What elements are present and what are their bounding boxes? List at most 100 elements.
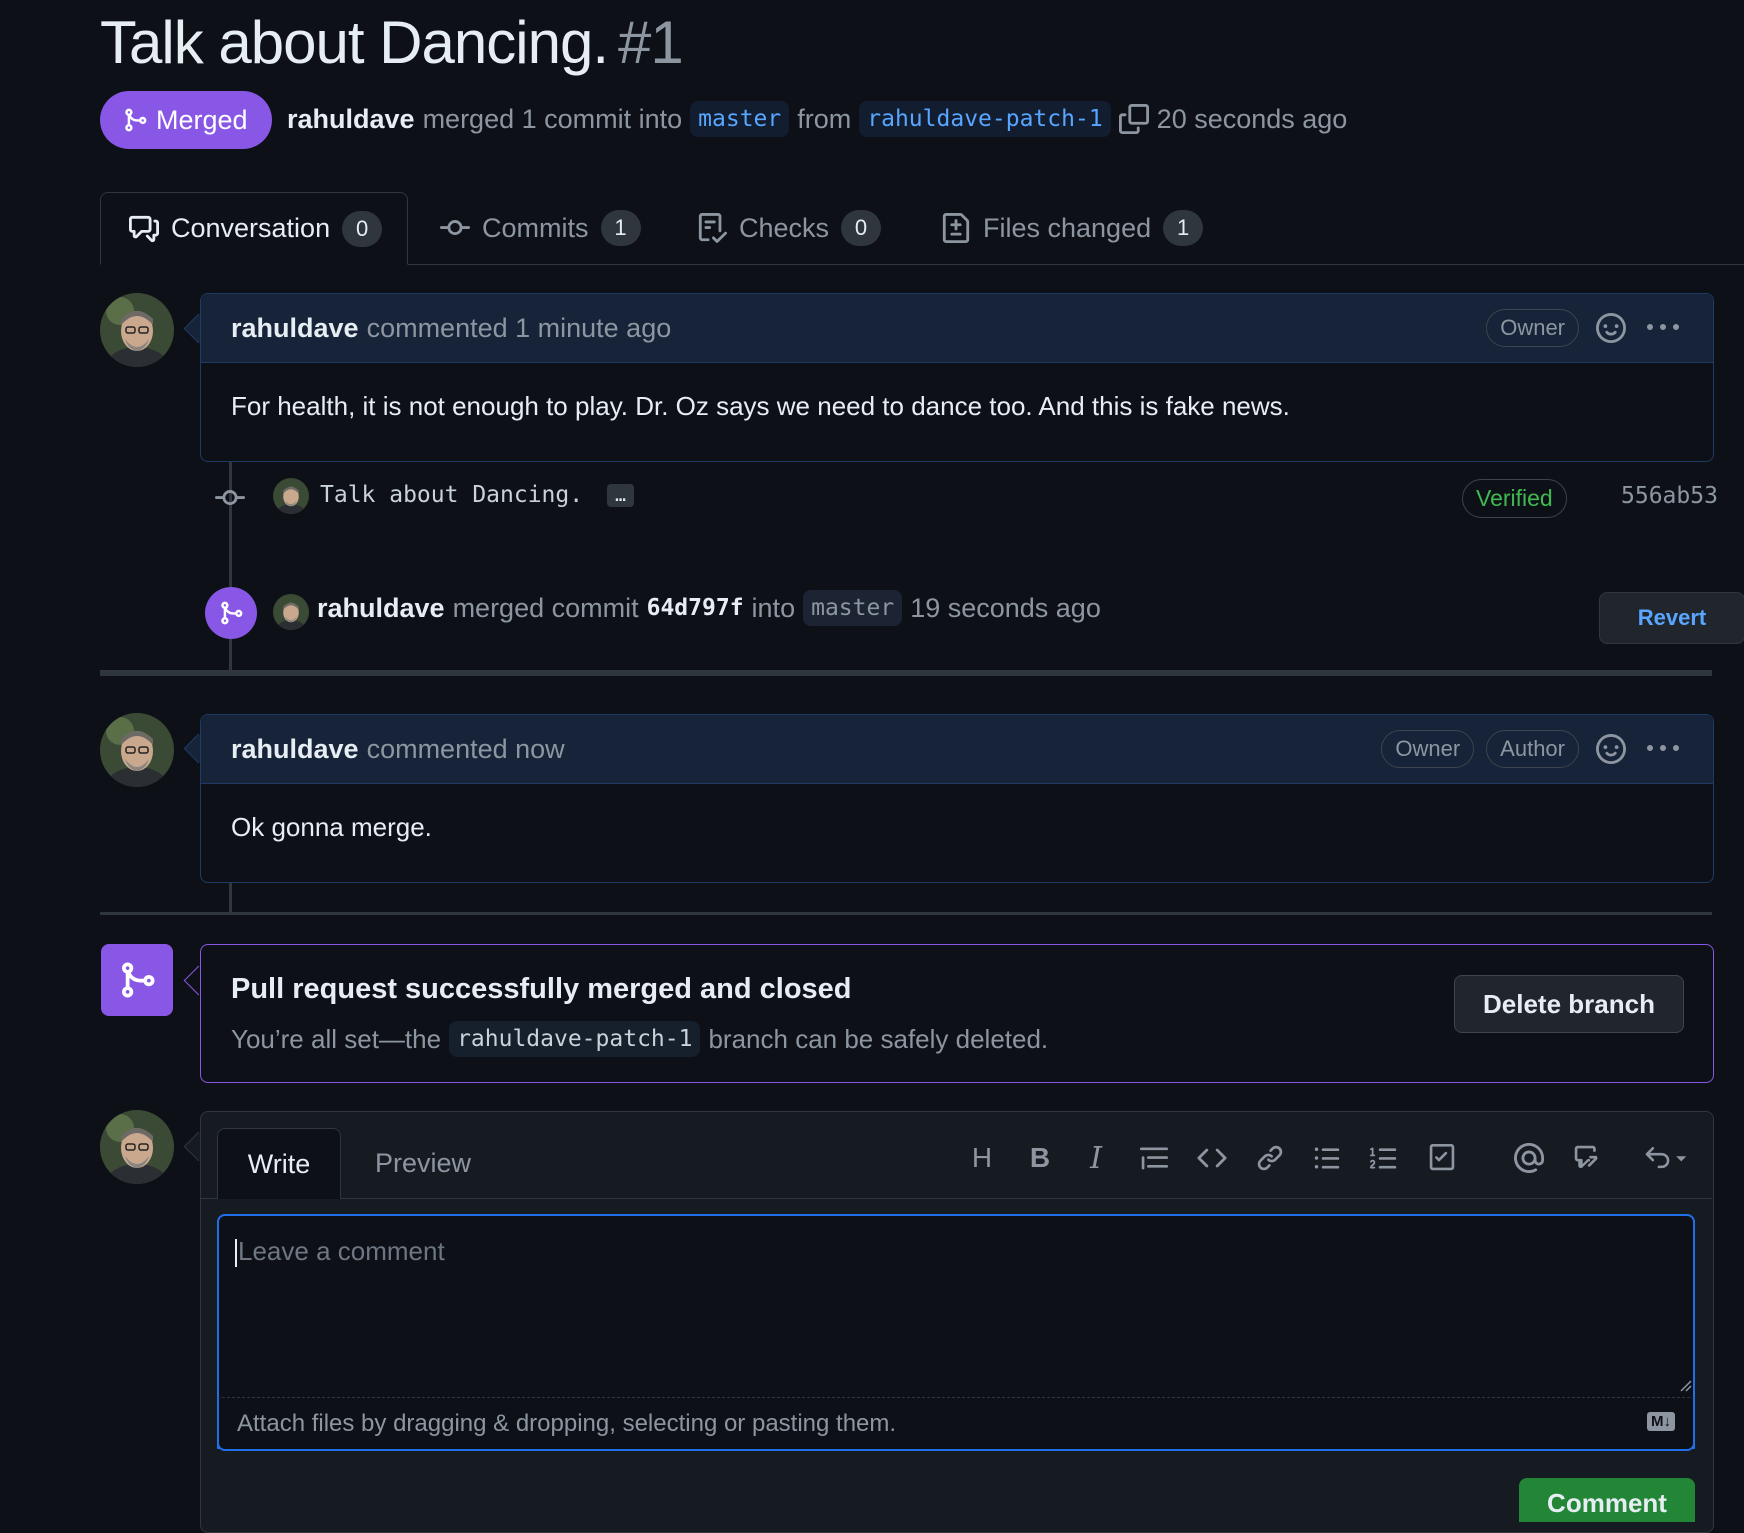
comment-body: For health, it is not enough to play. Dr… xyxy=(231,391,1290,421)
owner-label: Owner xyxy=(1486,309,1579,347)
commit-message[interactable]: Talk about Dancing. xyxy=(320,482,583,508)
file-diff-icon xyxy=(942,213,970,243)
comment-card: rahuldave commented 1 minute ago Owner F… xyxy=(200,293,1714,462)
undo-dropdown-icon[interactable] xyxy=(1638,1136,1694,1180)
avatar[interactable] xyxy=(100,713,174,787)
tab-conversation[interactable]: Conversation 0 xyxy=(100,192,408,265)
merged-status-icon xyxy=(101,944,173,1016)
tab-write[interactable]: Write xyxy=(217,1128,341,1199)
comment-card: rahuldave commented now Owner Author Ok … xyxy=(200,714,1714,883)
tab-label: Commits xyxy=(482,212,589,243)
comment-body: Ok gonna merge. xyxy=(231,812,432,842)
tab-label: Files changed xyxy=(983,212,1152,243)
commit-row: Talk about Dancing. … xyxy=(320,482,634,508)
cross-reference-icon[interactable] xyxy=(1565,1136,1609,1180)
pr-title-row: Talk about Dancing. #1 xyxy=(100,8,684,77)
avatar[interactable] xyxy=(273,594,309,630)
git-merge-icon xyxy=(122,962,155,998)
commit-sha[interactable]: 556ab53 xyxy=(1621,483,1718,509)
tab-preview[interactable]: Preview xyxy=(360,1128,486,1198)
task-list-icon[interactable] xyxy=(1420,1136,1464,1180)
tab-counter: 0 xyxy=(342,210,383,247)
state-badge: Merged xyxy=(100,91,272,149)
author-link[interactable]: rahuldave xyxy=(287,104,415,135)
kebab-horizontal-icon[interactable] xyxy=(1643,729,1683,769)
tab-checks[interactable]: Checks 0 xyxy=(697,192,882,264)
copy-icon[interactable] xyxy=(1118,104,1149,134)
smiley-icon[interactable] xyxy=(1591,308,1631,348)
tab-commits[interactable]: Commits 1 xyxy=(440,192,641,264)
kebab-horizontal-icon[interactable] xyxy=(1643,308,1683,348)
merge-text: merged commit xyxy=(452,592,639,623)
tab-label: Checks xyxy=(739,212,830,243)
timeline-line xyxy=(229,880,232,912)
editor-tabs-border xyxy=(200,1198,1712,1199)
revert-button[interactable]: Revert xyxy=(1599,592,1744,644)
merge-time: 20 seconds ago xyxy=(1156,103,1348,134)
comment-discussion-icon xyxy=(129,215,159,242)
verified-badge[interactable]: Verified xyxy=(1462,479,1567,518)
comment-author[interactable]: rahuldave xyxy=(231,734,359,765)
expand-commit-button[interactable]: … xyxy=(607,483,634,507)
merge-event-text: rahuldave merged commit 64d797f into mas… xyxy=(317,590,1101,626)
code-icon[interactable] xyxy=(1190,1136,1234,1180)
deletable-branch[interactable]: rahuldave-patch-1 xyxy=(449,1021,701,1057)
textarea-placeholder: Leave a comment xyxy=(238,1236,445,1266)
avatar[interactable] xyxy=(100,1110,174,1184)
ordered-list-icon[interactable] xyxy=(1362,1136,1406,1180)
merge-branch[interactable]: master xyxy=(803,590,903,626)
heading-icon[interactable]: H xyxy=(960,1136,1004,1180)
pr-title: Talk about Dancing. xyxy=(100,9,609,76)
checklist-icon xyxy=(698,213,727,243)
tab-label: Conversation xyxy=(171,213,331,243)
merge-author[interactable]: rahuldave xyxy=(317,593,445,624)
merged-subtitle: You’re all set—the rahuldave-patch-1 bra… xyxy=(231,1021,1048,1057)
owner-label: Owner xyxy=(1381,730,1475,768)
delete-branch-button[interactable]: Delete branch xyxy=(1454,975,1684,1033)
unordered-list-icon[interactable] xyxy=(1305,1136,1349,1180)
author-label: Author xyxy=(1486,730,1579,768)
bold-icon[interactable]: B xyxy=(1018,1136,1062,1180)
mention-icon[interactable] xyxy=(1507,1136,1551,1180)
merge-commit-sha[interactable]: 64d797f xyxy=(647,595,744,621)
git-merge-icon xyxy=(125,108,147,132)
git-commit-icon xyxy=(440,220,470,236)
pr-number: #1 xyxy=(618,9,684,76)
base-branch[interactable]: master xyxy=(690,101,790,137)
avatar[interactable] xyxy=(100,293,174,367)
timeline-divider xyxy=(100,912,1712,915)
link-icon[interactable] xyxy=(1248,1136,1292,1180)
comment-header: rahuldave commented now Owner Author xyxy=(201,715,1713,784)
state-label: Merged xyxy=(156,104,248,135)
comment-submit-button[interactable]: Comment xyxy=(1519,1478,1695,1522)
tab-counter: 0 xyxy=(841,210,882,246)
timeline-divider xyxy=(100,670,1712,676)
merged-title: Pull request successfully merged and clo… xyxy=(231,973,852,1005)
pr-meta: rahuldave merged 1 commit into master fr… xyxy=(287,96,1347,142)
attach-files-bar[interactable]: Attach files by dragging & dropping, sel… xyxy=(217,1397,1695,1451)
merged-text: merged 1 commit into xyxy=(422,103,683,134)
text-cursor xyxy=(235,1239,237,1268)
comment-header: rahuldave commented 1 minute ago Owner xyxy=(201,294,1713,363)
merged-text-2: branch can be safely deleted. xyxy=(708,1023,1049,1054)
resize-handle-icon[interactable] xyxy=(1678,1378,1692,1392)
git-merge-icon xyxy=(221,601,243,625)
tab-counter: 1 xyxy=(600,210,641,246)
comment-action[interactable]: commented now xyxy=(367,734,565,765)
merge-event-icon xyxy=(205,587,257,639)
smiley-icon[interactable] xyxy=(1591,729,1631,769)
into-text: into xyxy=(751,592,796,623)
quote-icon[interactable] xyxy=(1132,1136,1176,1180)
merged-text-1: You’re all set—the xyxy=(231,1023,442,1054)
tab-counter: 1 xyxy=(1163,210,1204,246)
head-branch[interactable]: rahuldave-patch-1 xyxy=(859,101,1111,137)
tab-files-changed[interactable]: Files changed 1 xyxy=(941,192,1204,264)
comment-author[interactable]: rahuldave xyxy=(231,313,359,344)
markdown-icon[interactable]: M↓ xyxy=(1647,1412,1675,1431)
merge-event-time[interactable]: 19 seconds ago xyxy=(910,593,1101,624)
attach-text: Attach files by dragging & dropping, sel… xyxy=(237,1409,897,1437)
git-commit-icon xyxy=(215,483,245,518)
avatar[interactable] xyxy=(273,478,309,514)
italic-icon[interactable]: I xyxy=(1074,1136,1118,1180)
comment-action[interactable]: commented 1 minute ago xyxy=(367,313,672,344)
